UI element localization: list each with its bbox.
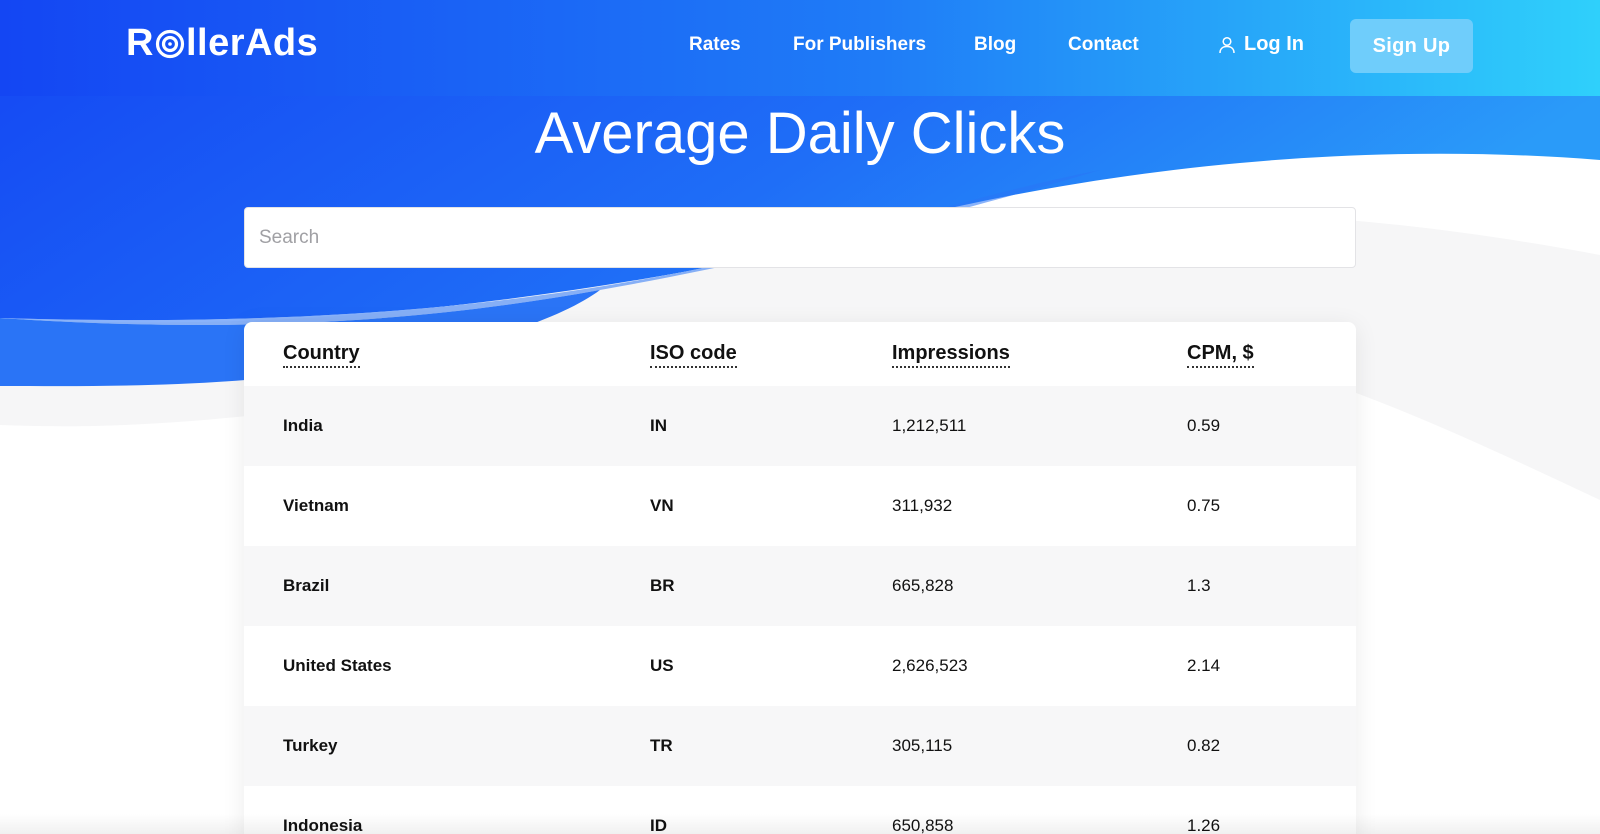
column-header-cpm[interactable]: CPM, $ xyxy=(1187,342,1254,368)
cell-impressions: 650,858 xyxy=(892,816,954,834)
nav-link-rates[interactable]: Rates xyxy=(689,34,741,56)
cell-iso-code: BR xyxy=(650,576,675,595)
table-row: Brazil BR 665,828 1.3 xyxy=(244,546,1356,626)
login-label: Log In xyxy=(1244,33,1304,55)
table-row: India IN 1,212,511 0.59 xyxy=(244,386,1356,466)
cell-cpm: 2.14 xyxy=(1187,656,1221,675)
login-link[interactable]: Log In xyxy=(1218,33,1304,56)
cell-impressions: 665,828 xyxy=(892,576,954,595)
table-row: Vietnam VN 311,932 0.75 xyxy=(244,466,1356,546)
cell-impressions: 2,626,523 xyxy=(892,656,968,675)
table-row: Turkey TR 305,115 0.82 xyxy=(244,706,1356,786)
cell-country: Brazil xyxy=(283,576,330,595)
table-row: United States US 2,626,523 2.14 xyxy=(244,626,1356,706)
cell-country: Vietnam xyxy=(283,496,349,515)
cell-iso-code: IN xyxy=(650,416,667,435)
cell-cpm: 0.59 xyxy=(1187,416,1221,435)
cell-country: India xyxy=(283,416,323,435)
cell-country: Indonesia xyxy=(283,816,363,834)
cell-cpm: 1.26 xyxy=(1187,816,1221,834)
rates-table: Country ISO code Impressions CPM, $ Indi… xyxy=(244,322,1356,834)
cell-impressions: 311,932 xyxy=(892,496,953,515)
cell-iso-code: ID xyxy=(650,816,667,834)
cell-iso-code: TR xyxy=(650,736,673,755)
nav-link-blog[interactable]: Blog xyxy=(974,34,1016,56)
cell-cpm: 0.75 xyxy=(1187,496,1221,515)
top-navbar: R llerAds Rates For Publishers Blog Cont… xyxy=(0,0,1600,96)
cell-country: Turkey xyxy=(283,736,338,755)
cell-iso-code: VN xyxy=(650,496,674,515)
column-header-country[interactable]: Country xyxy=(283,342,360,368)
cell-cpm: 1.3 xyxy=(1187,576,1211,595)
cell-country: United States xyxy=(283,656,392,675)
cell-cpm: 0.82 xyxy=(1187,736,1221,755)
signup-button[interactable]: Sign Up xyxy=(1350,19,1473,73)
table-header: Country ISO code Impressions CPM, $ xyxy=(244,322,1356,386)
cell-iso-code: US xyxy=(650,656,674,675)
cell-impressions: 1,212,511 xyxy=(892,416,967,435)
nav-link-for-publishers[interactable]: For Publishers xyxy=(793,34,926,56)
column-header-iso-code[interactable]: ISO code xyxy=(650,342,737,368)
nav-link-contact[interactable]: Contact xyxy=(1068,34,1139,56)
user-icon xyxy=(1219,36,1235,53)
cell-impressions: 305,115 xyxy=(892,736,953,755)
search-input[interactable] xyxy=(244,207,1356,268)
table-row: Indonesia ID 650,858 1.26 xyxy=(244,786,1356,834)
column-header-impressions[interactable]: Impressions xyxy=(892,342,1010,368)
page-title: Average Daily Clicks xyxy=(534,101,1066,166)
